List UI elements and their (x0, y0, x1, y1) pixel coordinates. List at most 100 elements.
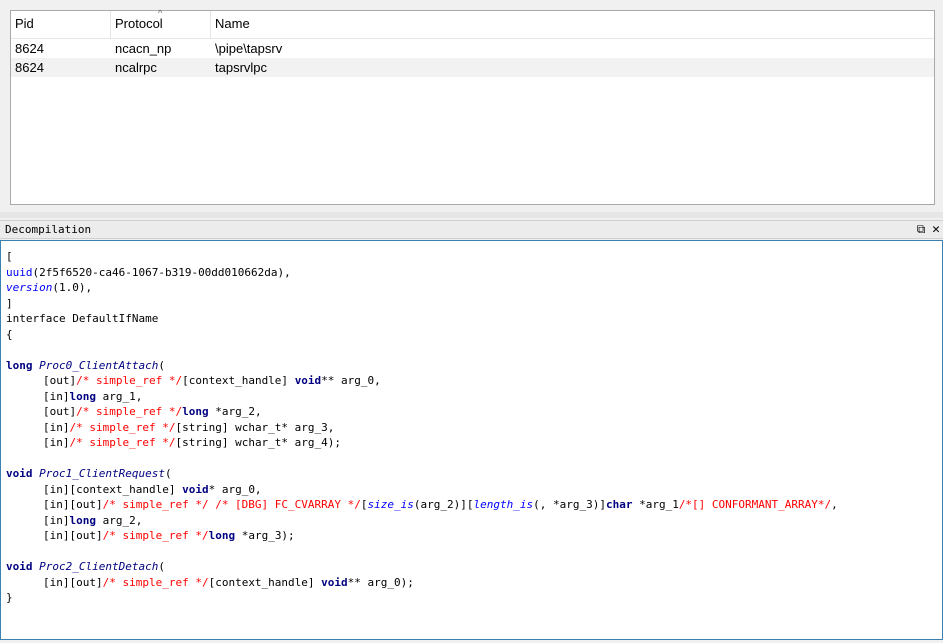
code-line: [in][out]/* simple_ref */long *arg_3); (43, 528, 295, 543)
code-token: [context_handle] (208, 576, 322, 589)
code-token: [in][out] (43, 576, 103, 589)
code-token: long (208, 529, 236, 542)
code-line: { (6, 327, 13, 342)
code-line: [ (6, 249, 13, 264)
code-token: long (6, 359, 33, 372)
code-token: void (6, 560, 33, 573)
code-line: } (6, 590, 13, 605)
cell-pid: 8624 (15, 41, 44, 56)
code-token: (1.0), (52, 281, 93, 294)
code-line: void Proc1_ClientRequest( (6, 466, 172, 481)
code-token: , (831, 498, 838, 511)
code-line: [in]/* simple_ref */[string] wchar_t* ar… (43, 435, 341, 450)
code-token: ] (6, 297, 13, 310)
code-line: [out]/* simple_ref */[context_handle] vo… (43, 373, 381, 388)
code-token: /* simple_ref */ (76, 405, 183, 418)
code-line: long Proc0_ClientAttach( (6, 358, 165, 373)
code-token: { (6, 328, 13, 341)
code-token: [out] (43, 405, 77, 418)
code-token: long (69, 390, 97, 403)
code-token: *arg_1 (632, 498, 679, 511)
code-token: ( (158, 560, 165, 573)
code-token: Proc2_ClientDetach (39, 560, 159, 573)
column-header-pid[interactable]: Pid (11, 11, 111, 38)
code-token: *arg_2, (208, 405, 262, 418)
code-token: ( (164, 467, 172, 480)
list-header: Pid Protocol ^ Name (11, 8, 934, 39)
code-token: /* simple_ref */ (102, 529, 209, 542)
code-token: uuid (6, 266, 33, 279)
code-token: /* simple_ref */ (69, 421, 176, 434)
code-token: ** arg_0, (321, 374, 381, 387)
code-line: [in][context_handle] void* arg_0, (43, 482, 262, 497)
column-header-name[interactable]: Name (211, 11, 411, 38)
code-token: /*[] CONFORMANT_ARRAY*/ (678, 498, 832, 511)
code-line: void Proc2_ClientDetach( (6, 559, 165, 574)
decompilation-title-bar: Decompilation ⧉ ✕ (0, 220, 943, 239)
code-token: void (294, 374, 322, 387)
code-token: [in][out] (43, 498, 103, 511)
code-line: [out]/* simple_ref */long *arg_2, (43, 404, 262, 419)
code-line: [in][out]/* simple_ref */[context_handle… (43, 575, 414, 590)
code-token: } (6, 591, 13, 604)
cell-name: \pipe\tapsrv (215, 41, 283, 56)
code-token: arg_2, (96, 514, 143, 527)
code-token: void (321, 576, 348, 589)
code-token: [in] (43, 436, 70, 449)
code-token: [string] wchar_t* arg_4); (175, 436, 342, 449)
code-token: (2f5f6520-ca46-1067-b319-00dd010662da), (32, 266, 291, 279)
code-line: [in]long arg_2, (43, 513, 142, 528)
code-token: [string] wchar_t* arg_3, (175, 421, 335, 434)
code-token: [ (360, 498, 368, 511)
code-token: version (6, 281, 53, 294)
sort-ascending-icon: ^ (158, 8, 163, 18)
decompilation-code-view[interactable]: [ uuid(2f5f6520-ca46-1067-b319-00dd010662… (0, 240, 943, 640)
code-line: version(1.0), (6, 280, 92, 295)
code-token: void (6, 467, 33, 480)
code-token: [in] (43, 390, 70, 403)
code-token: (, *arg_3)] (533, 498, 606, 511)
code-token: void (182, 483, 209, 496)
cell-pid: 8624 (15, 60, 44, 75)
code-token: ( (158, 359, 165, 372)
code-token: Proc0_ClientAttach (39, 359, 159, 372)
code-token: size_is (367, 498, 414, 511)
code-token: long (69, 514, 97, 527)
cell-name: tapsrvlpc (215, 60, 268, 75)
code-token: (arg_2)][ (413, 498, 474, 511)
close-icon[interactable]: ✕ (929, 221, 943, 238)
cell-protocol: ncalrpc (115, 60, 157, 75)
code-token: [ (6, 250, 13, 263)
code-token: arg_1, (96, 390, 143, 403)
code-token: Proc1_ClientRequest (39, 467, 165, 480)
code-line: ] (6, 296, 13, 311)
code-line: uuid(2f5f6520-ca46-1067-b319-00dd010662d… (6, 265, 291, 280)
code-token: [in] (43, 514, 70, 527)
code-token: [in] (43, 421, 70, 434)
table-row[interactable]: 8624 ncacn_np \pipe\tapsrv (11, 39, 934, 58)
code-token: [in][out] (43, 529, 103, 542)
code-token: /* simple_ref */ (102, 576, 209, 589)
code-token: *arg_3); (235, 529, 295, 542)
code-token: interface DefaultIfName (6, 312, 159, 325)
restore-icon[interactable]: ⧉ (914, 221, 928, 238)
code-token: ** arg_0); (347, 576, 414, 589)
code-token: long (182, 405, 209, 418)
table-row[interactable]: 8624 ncalrpc tapsrvlpc (11, 58, 934, 77)
code-line: interface DefaultIfName (6, 311, 158, 326)
code-line: [in][out]/* simple_ref */ /* [DBG] FC_CV… (43, 497, 838, 512)
panel-title: Decompilation (5, 223, 92, 236)
code-token: /* simple_ref */ (69, 436, 176, 449)
cell-protocol: ncacn_np (115, 41, 172, 56)
code-token: [context_handle] (182, 374, 295, 387)
code-token: length_is (473, 498, 534, 511)
code-line: [in]/* simple_ref */[string] wchar_t* ar… (43, 420, 334, 435)
code-line: [in]long arg_1, (43, 389, 142, 404)
panel-splitter[interactable] (0, 212, 943, 218)
endpoints-list[interactable]: Pid Protocol ^ Name 8624 ncacn_np \pipe\… (10, 8, 935, 205)
code-token: char (605, 498, 633, 511)
code-token: * arg_0, (208, 483, 262, 496)
code-token: /* simple_ref */ (76, 374, 183, 387)
code-token: [out] (43, 374, 77, 387)
code-token: [in][context_handle] (43, 483, 183, 496)
